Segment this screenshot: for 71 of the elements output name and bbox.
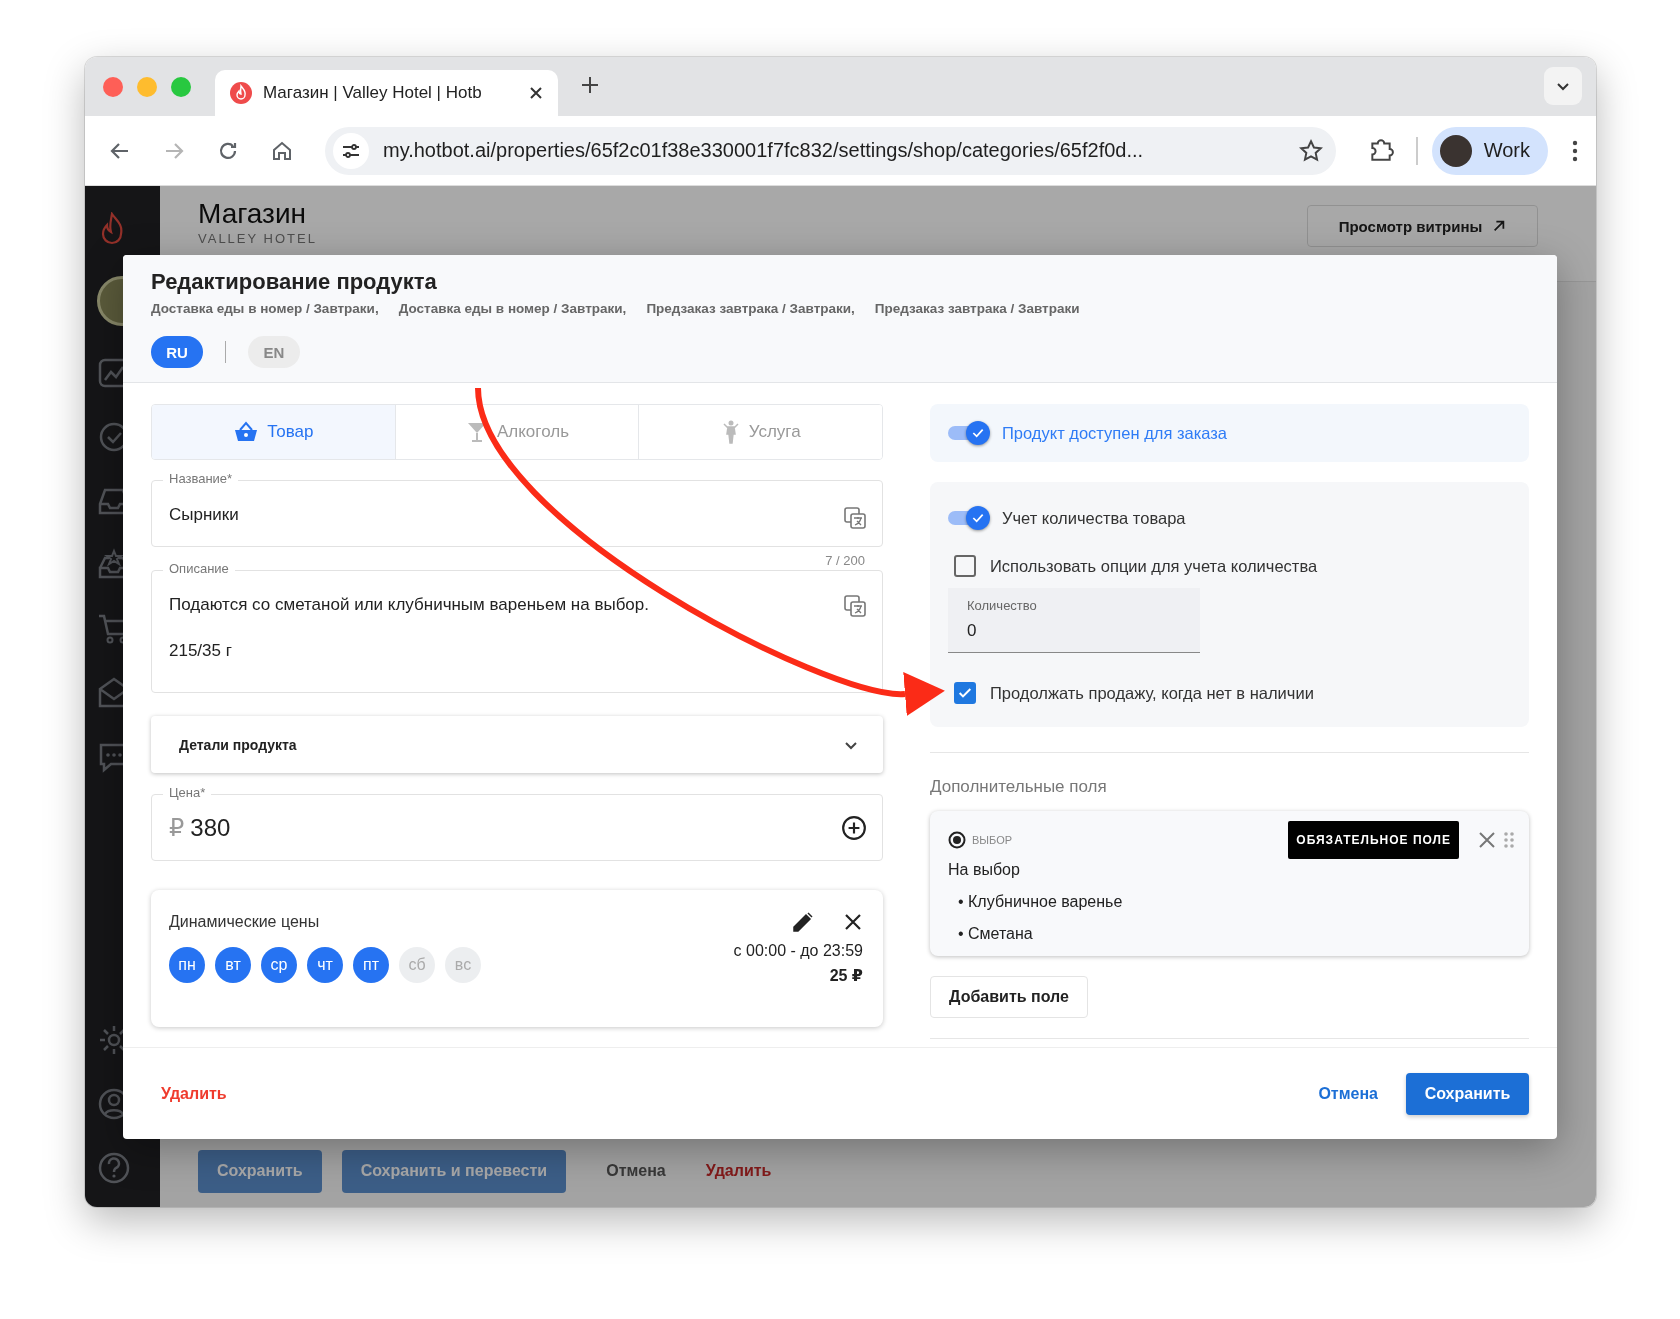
checkbox[interactable]: [954, 682, 976, 704]
add-circle-icon: [841, 814, 867, 841]
person-icon: [720, 420, 741, 444]
pencil-icon: [791, 910, 815, 934]
name-field[interactable]: Название* Сырники: [151, 471, 883, 547]
field-option: • Сметана: [958, 925, 1515, 943]
add-field-button[interactable]: Добавить поле: [930, 976, 1088, 1018]
help-icon: [97, 1151, 131, 1185]
avatar: [1439, 134, 1472, 167]
language-tab[interactable]: EN: [248, 336, 300, 368]
more-icon: [1572, 138, 1578, 163]
product-type-tab[interactable]: Товар: [152, 405, 396, 459]
category-path: Доставка еды в номер / Завтраки,: [398, 301, 627, 316]
language-tab[interactable]: RU: [151, 336, 203, 368]
time-range: с 00:00 - до 23:59: [733, 942, 863, 960]
checkbox[interactable]: [954, 555, 976, 577]
character-counter: 7 / 200: [825, 553, 865, 568]
url-text: my.hotbot.ai/properties/65f2c01f38e330001f7fc832/settings/shop/categories/65f2f0d...: [383, 139, 1145, 162]
translate-icon: [843, 594, 867, 618]
save-button[interactable]: Сохранить: [1406, 1072, 1529, 1115]
delete-button[interactable]: Удалить: [161, 1084, 227, 1103]
toggle-switch[interactable]: [948, 421, 990, 445]
checkbox-label: Продолжать продажу, когда нет в наличии: [990, 683, 1314, 703]
close-icon: [1477, 830, 1497, 850]
close-icon: [843, 912, 863, 932]
page-title: Магазин: [198, 198, 307, 230]
dialog-title: Редактирование продукта: [151, 269, 438, 295]
storefront-button[interactable]: Просмотр витрины: [1307, 205, 1538, 247]
field-type: ВЫБОР: [972, 834, 1014, 846]
category-path: Предзаказ завтрака / Завтраки,: [646, 301, 855, 316]
card-title: Динамические цены: [169, 913, 321, 931]
weekday-chip[interactable]: вт: [215, 947, 251, 983]
tab-search-button[interactable]: [1544, 67, 1582, 105]
weekday-chip[interactable]: ср: [261, 947, 297, 983]
required-badge: ОБЯЗАТЕЛЬНОЕ ПОЛЕ: [1288, 821, 1459, 859]
weekday-chip[interactable]: пн: [169, 947, 205, 983]
hotel-name: VALLEY HOTEL: [198, 231, 317, 246]
close-window-button[interactable]: [103, 76, 123, 97]
cancel-button[interactable]: Отмена: [1318, 1084, 1378, 1103]
toggle-label: Учет количества товара: [1002, 508, 1186, 528]
external-arrow-icon: [1492, 219, 1507, 233]
field-name: На выбор: [948, 861, 1021, 879]
new-tab-icon: [580, 74, 600, 95]
basket-icon: [233, 420, 260, 444]
field-option: • Клубничное варенье: [958, 893, 1515, 911]
address-bar[interactable]: my.hotbot.ai/properties/65f2c01f38e330001f7fc832/settings/shop/categories/65f2f0d...: [325, 126, 1336, 175]
tab-title: Магазин | Valley Hotel | Hotb: [263, 83, 483, 103]
category-path: Доставка еды в номер / Завтраки,: [151, 301, 379, 316]
category-path: Предзаказ завтрака / Завтраки: [874, 301, 1080, 316]
weekday-chip[interactable]: чт: [307, 947, 343, 983]
browser-tab[interactable]: Магазин | Valley Hotel | Hotb: [215, 70, 558, 116]
section-title: Дополнительные поля: [930, 777, 1108, 797]
close-icon: [528, 85, 544, 101]
cancel-button[interactable]: Отмена: [586, 1149, 686, 1193]
price-amount: 25 ₽: [829, 966, 863, 985]
drag-handle-icon: [1503, 831, 1515, 849]
save-button[interactable]: Сохранить: [198, 1149, 322, 1193]
quantity-field[interactable]: Количество 0: [948, 588, 1200, 653]
flame-icon: [229, 81, 253, 105]
toggle-label: Продукт доступен для заказа: [1002, 423, 1227, 443]
price-field[interactable]: Цена* ₽ 380: [151, 785, 883, 861]
translate-icon: [843, 506, 867, 530]
weekday-chip[interactable]: пт: [353, 947, 389, 983]
profile-button[interactable]: Work: [1431, 126, 1548, 175]
star-icon: [1297, 137, 1324, 164]
radio-icon: [948, 831, 966, 849]
delete-button[interactable]: Удалить: [705, 1149, 772, 1193]
checkbox-label: Использовать опции для учета количества: [990, 556, 1318, 576]
product-details-accordion[interactable]: Детали продукта: [151, 716, 883, 773]
save-button[interactable]: Сохранить и перевести: [341, 1149, 567, 1193]
toggle-switch[interactable]: [948, 506, 990, 530]
